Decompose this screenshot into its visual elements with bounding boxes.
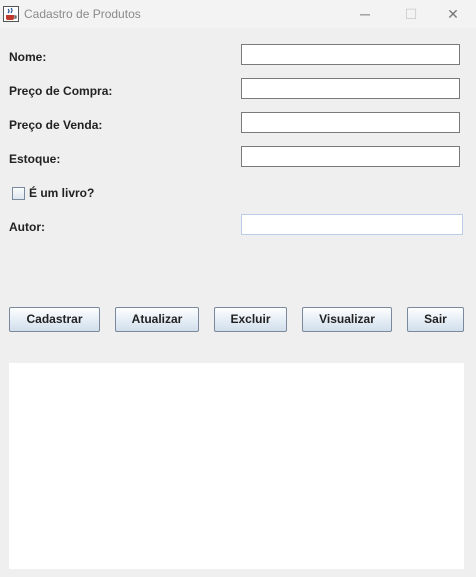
autor-field[interactable] [241, 214, 463, 235]
livro-checkbox-row[interactable]: É um livro? [12, 185, 94, 201]
nome-field[interactable] [241, 44, 460, 65]
output-text-area[interactable] [9, 363, 464, 569]
visualizar-button[interactable]: Visualizar [302, 307, 392, 332]
preco-compra-field[interactable] [241, 78, 460, 99]
nome-label: Nome: [9, 50, 47, 64]
window-title: Cadastro de Produtos [24, 7, 141, 21]
cadastrar-button[interactable]: Cadastrar [9, 307, 100, 332]
title-bar: Cadastro de Produtos ─ ☐ ✕ [0, 0, 476, 28]
minimize-button[interactable]: ─ [342, 0, 388, 28]
excluir-button[interactable]: Excluir [214, 307, 287, 332]
close-button[interactable]: ✕ [430, 0, 476, 28]
preco-compra-label: Preço de Compra: [9, 84, 113, 98]
preco-venda-label: Preço de Venda: [9, 118, 103, 132]
livro-checkbox[interactable] [12, 186, 25, 200]
atualizar-button[interactable]: Atualizar [115, 307, 199, 332]
autor-label: Autor: [9, 220, 45, 234]
preco-venda-field[interactable] [241, 112, 460, 133]
maximize-button[interactable]: ☐ [388, 0, 434, 28]
livro-checkbox-label[interactable]: É um livro? [29, 186, 94, 200]
estoque-label: Estoque: [9, 152, 61, 166]
java-cup-icon [3, 6, 19, 22]
estoque-field[interactable] [241, 146, 460, 167]
sair-button[interactable]: Sair [407, 307, 464, 332]
